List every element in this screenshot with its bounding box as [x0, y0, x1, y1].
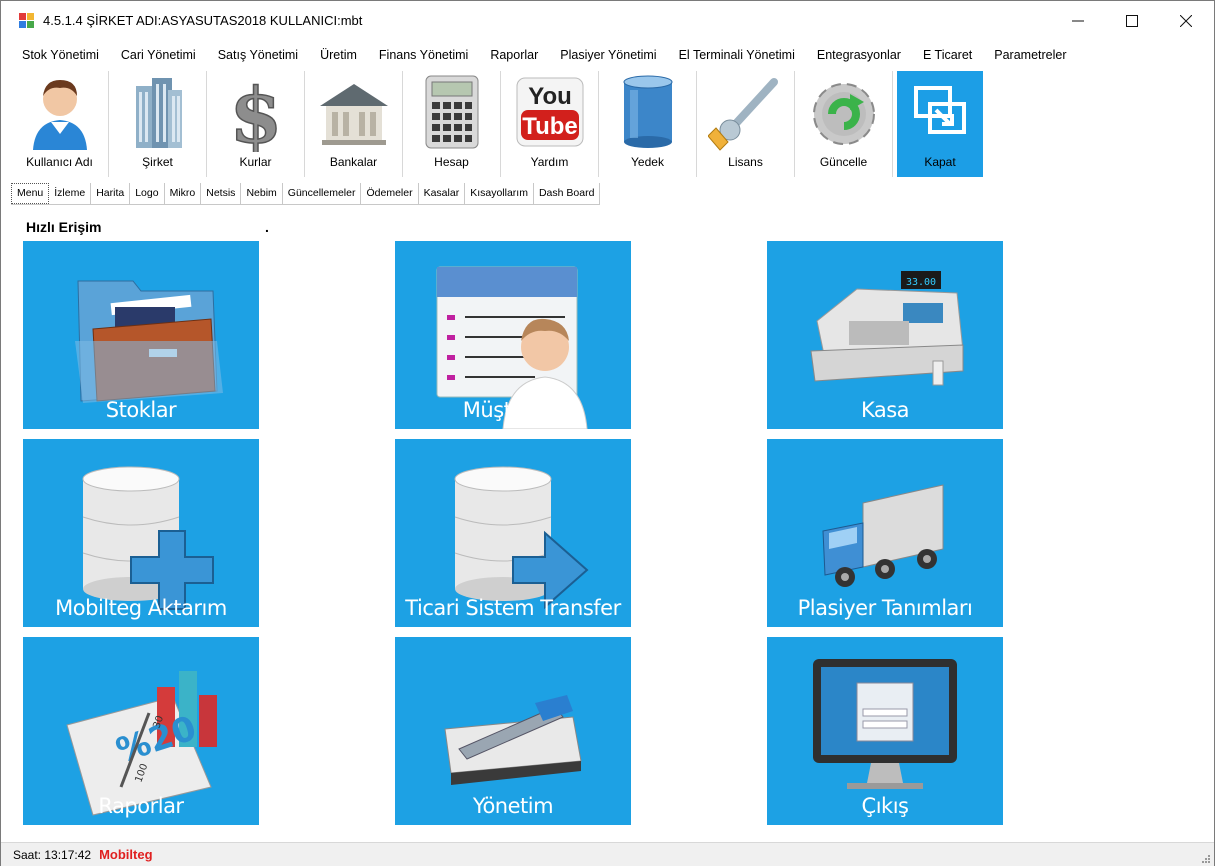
tile-yonetim[interactable]: Yönetim — [395, 637, 631, 825]
tab-kisayollarim[interactable]: Kısayollarım — [465, 183, 534, 204]
tab-strip: Menu İzleme Harita Logo Mikro Netsis Neb… — [11, 183, 601, 205]
tile-label: Çıkış — [861, 794, 909, 818]
status-brand: Mobilteg — [99, 847, 153, 862]
tab-harita[interactable]: Harita — [91, 183, 131, 204]
tool-label: Bankalar — [329, 155, 378, 169]
dollar-icon: $ — [228, 72, 282, 152]
tab-dash-board[interactable]: Dash Board — [534, 183, 601, 204]
tool-label: Kurlar — [239, 155, 272, 169]
tool-guncelle[interactable]: Güncelle — [795, 71, 893, 177]
tile-label: Yönetim — [472, 794, 554, 818]
tab-netsis[interactable]: Netsis — [201, 183, 242, 204]
tile-label: Kasa — [860, 398, 910, 422]
key-icon — [707, 78, 778, 151]
tab-izleme[interactable]: İzleme — [49, 183, 92, 204]
exit-icon — [914, 86, 966, 134]
database-icon — [623, 75, 672, 148]
bank-icon — [319, 84, 388, 145]
window-title: 4.5.1.4 ŞİRKET ADI:ASYASUTAS2018 KULLANI… — [43, 13, 363, 28]
toolbar: Kullanıcı Adı Şirket $ Kurlar Bankalar H… — [11, 71, 1206, 179]
menu-uretim[interactable]: Üretim — [309, 48, 368, 62]
tab-kasalar[interactable]: Kasalar — [419, 183, 466, 204]
tile-raporlar[interactable]: %20 30 100 Raporlar — [23, 637, 259, 825]
menu-stok-yonetimi[interactable]: Stok Yönetimi — [11, 48, 110, 62]
tile-label: Stoklar — [105, 398, 177, 422]
maximize-icon — [1126, 15, 1138, 27]
menu-plasiyer-yonetimi[interactable]: Plasiyer Yönetimi — [549, 48, 667, 62]
maximize-button[interactable] — [1105, 1, 1159, 41]
youtube-icon: You Tube — [516, 77, 583, 147]
tool-bankalar[interactable]: Bankalar — [305, 71, 403, 177]
tool-kapat[interactable]: Kapat — [897, 71, 983, 177]
tab-logo[interactable]: Logo — [130, 183, 165, 204]
calculator-icon — [425, 75, 478, 149]
tile-stoklar[interactable]: Stoklar — [23, 241, 259, 429]
tile-cikis[interactable]: Çıkış — [767, 637, 1003, 825]
quick-access-dot: . — [265, 219, 269, 235]
tile-musteriler[interactable]: Müşteriler — [395, 241, 631, 429]
tool-label: Kullanıcı Adı — [26, 155, 93, 169]
tool-yedek[interactable]: Yedek — [599, 71, 697, 177]
tab-guncellemeler[interactable]: Güncellemeler — [283, 183, 362, 204]
tab-menu[interactable]: Menu — [11, 183, 50, 204]
app-window: 4.5.1.4 ŞİRKET ADI:ASYASUTAS2018 KULLANI… — [0, 0, 1215, 866]
refresh-gear-icon — [812, 83, 875, 145]
tool-kullanici[interactable]: Kullanıcı Adı — [11, 71, 109, 177]
tile-ticari-sistem-transfer[interactable]: Ticari Sistem Transfer — [395, 439, 631, 627]
tool-label: Lisans — [728, 155, 763, 169]
menu-e-ticaret[interactable]: E Ticaret — [912, 48, 983, 62]
tool-label: Hesap — [434, 155, 469, 169]
menu-parametreler[interactable]: Parametreler — [983, 48, 1077, 62]
svg-text:You: You — [528, 83, 572, 110]
menu-satis-yonetimi[interactable]: Satış Yönetimi — [207, 48, 309, 62]
tool-label: Yedek — [631, 155, 664, 169]
user-icon — [32, 80, 87, 150]
minimize-icon — [1072, 20, 1084, 22]
building-icon — [135, 78, 182, 148]
tool-label: Güncelle — [819, 155, 868, 169]
tile-label: Plasiyer Tanımları — [797, 596, 973, 620]
menu-cari-yonetimi[interactable]: Cari Yönetimi — [110, 48, 207, 62]
status-bar: Saat: 13:17:42 Mobilteg — [1, 842, 1214, 866]
tile-label: Raporlar — [98, 794, 184, 818]
app-icon — [19, 13, 35, 29]
tab-mikro[interactable]: Mikro — [165, 183, 202, 204]
resize-grip-icon[interactable] — [1200, 853, 1210, 863]
tile-mobilteg-aktarim[interactable]: Mobilteg Aktarım — [23, 439, 259, 627]
quick-access-title: Hızlı Erişim — [26, 219, 102, 235]
svg-text:$: $ — [229, 72, 282, 152]
tool-label: Şirket — [142, 155, 173, 169]
close-button[interactable] — [1159, 1, 1213, 41]
status-time: Saat: 13:17:42 — [13, 847, 92, 862]
menu-finans-yonetimi[interactable]: Finans Yönetimi — [368, 48, 479, 62]
tile-label: Müşteriler — [462, 398, 564, 422]
tool-kurlar[interactable]: $ Kurlar — [207, 71, 305, 177]
tile-label: Mobilteg Aktarım — [55, 596, 227, 620]
close-icon — [1180, 15, 1192, 27]
tile-plasiyer-tanimlari[interactable]: Plasiyer Tanımları — [767, 439, 1003, 627]
minimize-button[interactable] — [1051, 1, 1105, 41]
menu-bar: Stok Yönetimi Cari Yönetimi Satış Yöneti… — [11, 43, 1078, 67]
menu-el-terminali[interactable]: El Terminali Yönetimi — [668, 48, 806, 62]
tool-lisans[interactable]: Lisans — [697, 71, 795, 177]
tool-label: Yardım — [530, 155, 569, 169]
menu-raporlar[interactable]: Raporlar — [479, 48, 549, 62]
tool-yardim[interactable]: You Tube Yardım — [501, 71, 599, 177]
tab-nebim[interactable]: Nebim — [241, 183, 283, 204]
tool-hesap[interactable]: Hesap — [403, 71, 501, 177]
tab-odemeler[interactable]: Ödemeler — [361, 183, 419, 204]
tool-label: Kapat — [924, 155, 956, 169]
title-bar: 4.5.1.4 ŞİRKET ADI:ASYASUTAS2018 KULLANI… — [1, 1, 1214, 41]
svg-text:33.00: 33.00 — [906, 277, 936, 288]
tool-sirket[interactable]: Şirket — [109, 71, 207, 177]
menu-entegrasyonlar[interactable]: Entegrasyonlar — [806, 48, 912, 62]
svg-text:Tube: Tube — [522, 113, 578, 140]
tile-label: Ticari Sistem Transfer — [405, 596, 621, 620]
tile-kasa[interactable]: 33.00 Kasa — [767, 241, 1003, 429]
